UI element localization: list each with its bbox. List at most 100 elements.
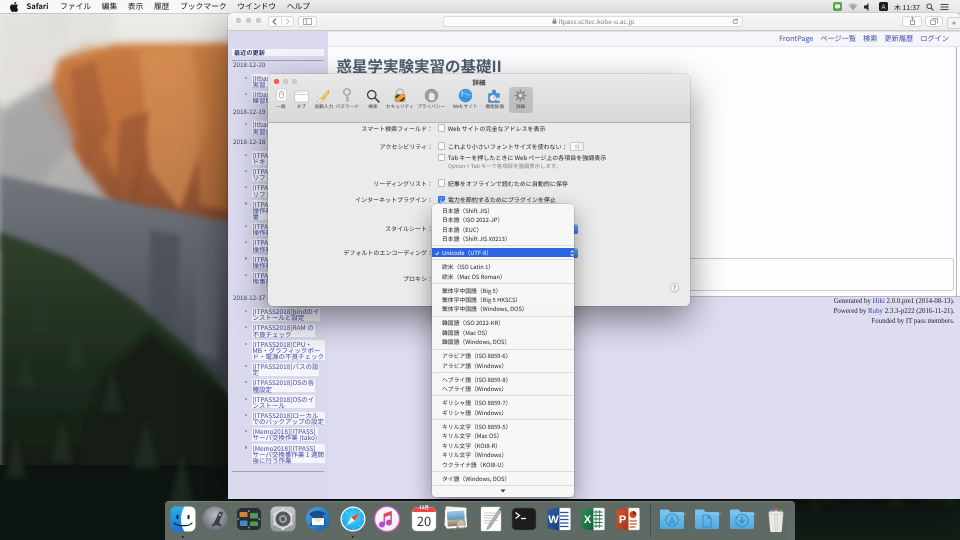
encoding-menu-item[interactable]: 繁体字中国語（Big 5 HKSCS） — [432, 295, 574, 304]
page-nav-link[interactable]: ログイン — [920, 34, 949, 44]
page-nav-link[interactable]: FrontPage — [779, 34, 813, 44]
sidebar-link[interactable]: [Memo2018][ITPASS] サーバ交換作業 (tako) — [252, 428, 319, 441]
encoding-menu-item[interactable]: ウクライナ語（KOI8-U） — [432, 460, 574, 469]
launchpad-icon[interactable] — [201, 505, 229, 533]
forward-button[interactable] — [281, 18, 294, 25]
dialog-toolbar-tab[interactable]: 詳細 — [501, 87, 541, 110]
thunderbird-icon[interactable] — [304, 505, 332, 533]
help-button[interactable]: ? — [670, 283, 679, 292]
encoding-menu-item[interactable]: アラビア語（ISO 8859-6） — [432, 351, 574, 360]
window-controls[interactable] — [236, 18, 261, 23]
dialog-title: 詳細 — [268, 77, 690, 87]
wifi-icon[interactable] — [848, 3, 858, 11]
menubar-clock[interactable]: 木 11:37 — [894, 2, 920, 12]
close-button[interactable] — [236, 18, 241, 23]
menubar-menu-item[interactable]: 表示 — [128, 1, 144, 12]
footer-link[interactable]: Ruby — [868, 308, 883, 315]
smart-search-checkbox[interactable] — [438, 124, 445, 131]
trash-icon[interactable] — [762, 505, 790, 533]
footer-link[interactable]: Hiki — [873, 298, 885, 305]
reading-list-checkbox[interactable] — [438, 179, 445, 186]
menubar-menu-item[interactable]: 編集 — [102, 1, 118, 12]
menubar-menu-item[interactable]: ファイル — [60, 1, 91, 12]
page-nav-link[interactable]: 検索 — [863, 34, 877, 44]
encoding-menu-item[interactable]: ギリシャ語（Windows） — [432, 408, 574, 417]
menubar-menu-item[interactable]: ヘルプ — [287, 1, 310, 12]
encoding-menu-item[interactable]: 日本語（Shift JIS） — [432, 206, 574, 215]
encoding-menu-item[interactable]: 韓国語（Windows, DOS） — [432, 337, 574, 346]
sidebar-toggle-button[interactable] — [298, 16, 317, 27]
selected-check-icon — [435, 251, 440, 256]
minimize-button[interactable] — [246, 18, 251, 23]
sidebar-link[interactable]: [ITPASS2018]パスの設 定 — [252, 363, 320, 376]
encoding-menu-item[interactable]: ヘブライ語（Windows） — [432, 384, 574, 393]
encoding-menu-item[interactable]: 日本語（EUC） — [432, 225, 574, 234]
encoding-menu-item[interactable]: 繁体字中国語（Big 5） — [432, 286, 574, 295]
menubar-app-name[interactable]: Safari — [27, 1, 49, 12]
reload-icon[interactable] — [732, 18, 739, 25]
encoding-menu-item[interactable]: キリル文字（ISO 8859-5） — [432, 422, 574, 431]
sidebar-link[interactable]: [ITPASS2018]ローカル でのバックアップの設定 — [252, 412, 326, 425]
encoding-menu-item[interactable]: タイ語（Windows, DOS） — [432, 474, 574, 483]
finder-icon[interactable] — [169, 505, 197, 533]
folder-applications-icon[interactable] — [658, 505, 686, 533]
encoding-menu-item[interactable]: 韓国語（ISO 2022-KR） — [432, 318, 574, 327]
plugins-checkbox[interactable] — [438, 196, 445, 203]
safari-icon[interactable] — [339, 505, 367, 533]
volume-icon[interactable] — [864, 3, 873, 11]
word-icon[interactable]: W — [545, 505, 573, 533]
notification-center-icon[interactable] — [940, 3, 949, 11]
encoding-menu-item[interactable]: 韓国語（Mac OS） — [432, 328, 574, 337]
excel-icon[interactable]: X — [579, 505, 607, 533]
min-font-size-checkbox[interactable] — [438, 142, 445, 149]
encoding-menu-item[interactable]: 繁体字中国語（Windows, DOS） — [432, 304, 574, 313]
font-size-select[interactable]: 9 — [570, 142, 584, 151]
apple-menu-icon[interactable] — [10, 2, 19, 12]
encoding-menu-item[interactable]: キリル文字（KOI8-R） — [432, 441, 574, 450]
mission-control-icon[interactable] — [235, 505, 263, 533]
encoding-menu-item[interactable]: ギリシャ語（ISO 8859-7） — [432, 398, 574, 407]
terminal-icon[interactable] — [510, 505, 538, 533]
itunes-icon[interactable] — [373, 505, 401, 533]
textedit-icon[interactable] — [477, 505, 505, 533]
encoding-menu-item[interactable]: アラビア語（Windows） — [432, 361, 574, 370]
encoding-menu-item[interactable]: 欧米（ISO Latin 1） — [432, 262, 574, 271]
sidebar-link[interactable]: [ITPASS2018]OSのイ ンストール — [252, 395, 316, 408]
sidebar-header[interactable]: 最近の更新 — [232, 49, 324, 57]
url-field[interactable]: itpass.scitec.kobe-u.ac.jp — [443, 16, 743, 27]
powerpoint-icon[interactable]: P — [614, 505, 642, 533]
encoding-menu-item[interactable]: 欧米（Mac OS Roman） — [432, 272, 574, 281]
encoding-menu-item[interactable]: ヘブライ語（ISO 8859-8） — [432, 375, 574, 384]
tab-overview-button[interactable] — [925, 16, 943, 27]
menubar-menu-item[interactable]: ブックマーク — [180, 1, 227, 12]
menu-separator — [432, 395, 574, 396]
folder-downloads-icon[interactable] — [728, 505, 756, 533]
dock-separator — [650, 504, 651, 537]
sidebar-link[interactable]: [ITPASS2018]RAM の 不良チェック — [252, 324, 315, 337]
system-preferences-icon[interactable] — [269, 505, 297, 533]
new-tab-button[interactable]: + — [947, 17, 960, 29]
menubar-menu-item[interactable]: ウインドウ — [237, 1, 276, 12]
menu-scroll-down-icon[interactable] — [432, 488, 574, 495]
encoding-menu-item[interactable]: Unicode（UTF-8） — [432, 248, 574, 257]
preview-icon[interactable] — [442, 505, 470, 533]
zoom-button[interactable] — [256, 18, 261, 23]
folder-documents-icon[interactable] — [693, 505, 721, 533]
sidebar-link[interactable]: [ITPASS2018]CPU・ MB・グラフィックボー ド・電源の不良チェック — [252, 340, 326, 359]
spotlight-icon[interactable] — [926, 3, 934, 11]
sidebar-link[interactable]: [Memo2018][ITPASS] サーバ交換事作業 1 週間 後に行う作業 — [252, 444, 325, 463]
sidebar-link[interactable]: [ITPASS2018]bindのイ ンストールと設定 — [252, 308, 321, 321]
page-nav-link[interactable]: ページ一覧 — [820, 34, 856, 44]
page-nav-link[interactable]: 更新履歴 — [884, 34, 913, 44]
app-green-icon[interactable] — [833, 2, 842, 11]
calendar-icon[interactable]: 12月20 — [410, 505, 438, 533]
sidebar-link[interactable]: [ITPASS2018]OSの各 種設定 — [252, 379, 316, 392]
encoding-menu-item[interactable]: 日本語（ISO 2022-JP） — [432, 215, 574, 224]
share-button[interactable] — [902, 16, 922, 27]
encoding-menu-item[interactable]: キリル文字（Windows） — [432, 450, 574, 459]
encoding-menu-item[interactable]: キリル文字（Mac OS） — [432, 431, 574, 440]
encoding-menu-item[interactable]: 日本語（Shift JIS X0213） — [432, 234, 574, 243]
menubar-menu-item[interactable]: 履歴 — [154, 1, 170, 12]
input-source-icon[interactable]: A — [879, 2, 888, 11]
back-button[interactable] — [269, 18, 281, 25]
